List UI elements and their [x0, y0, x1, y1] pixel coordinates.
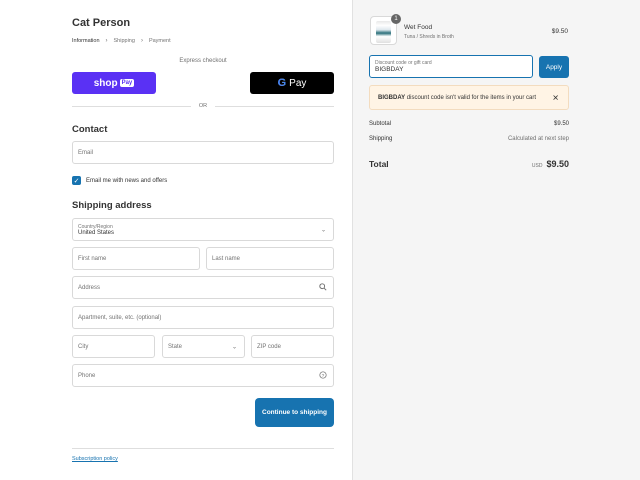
google-pay-label: Pay	[289, 77, 307, 89]
breadcrumb-payment: Payment	[148, 38, 171, 44]
express-checkout-label: Express checkout	[179, 58, 227, 64]
chevron-down-icon: ⌄	[320, 227, 326, 233]
state-select[interactable]: State ⌄	[162, 335, 245, 358]
city-placeholder: City	[78, 343, 89, 350]
zip-field[interactable]: ZIP code	[251, 335, 334, 358]
alert-code: BIGBDAY	[378, 94, 406, 101]
address-field[interactable]: Address	[72, 276, 334, 299]
chevron-right-icon: ›	[140, 38, 143, 44]
news-opt-in[interactable]: ✓ Email me with news and offers	[72, 176, 167, 185]
total-label: Total	[369, 159, 389, 169]
shop-pay-badge: Pay	[119, 79, 135, 87]
footer-divider	[72, 448, 334, 449]
shop-pay-logo: shop	[93, 77, 118, 89]
subtotal-value: $9.50	[553, 121, 569, 127]
google-g-icon: G	[277, 77, 287, 89]
chevron-right-icon: ›	[105, 38, 108, 44]
last-name-placeholder: Last name	[212, 255, 241, 262]
phone-field[interactable]: Phone ?	[72, 364, 334, 387]
total-amount-group: USD $9.50	[532, 154, 569, 172]
checkbox-checked-icon[interactable]: ✓	[72, 176, 81, 185]
product-name: Wet Food	[404, 24, 433, 31]
contact-heading: Contact	[72, 124, 108, 135]
store-name[interactable]: Cat Person	[72, 17, 130, 29]
help-icon[interactable]: ?	[319, 370, 327, 381]
total-value: $9.50	[546, 159, 569, 169]
city-field[interactable]: City	[72, 335, 155, 358]
shipping-address-heading: Shipping address	[72, 200, 152, 211]
total-currency: USD	[531, 163, 543, 169]
last-name-field[interactable]: Last name	[206, 247, 334, 270]
breadcrumb: Information › Shipping › Payment	[72, 38, 171, 44]
country-value: United States	[78, 229, 115, 236]
shipping-value: Calculated at next step	[507, 136, 569, 142]
close-icon[interactable]: ✕	[552, 93, 559, 102]
discount-code-input[interactable]: Discount code or gift card BIGBDAY	[369, 55, 533, 78]
email-field[interactable]: Email	[72, 141, 334, 164]
divider-line	[72, 105, 191, 107]
continue-to-shipping-button[interactable]: Continue to shipping	[255, 398, 334, 427]
discount-code-value: BIGBDAY	[375, 66, 404, 73]
subtotal-label: Subtotal	[369, 121, 392, 127]
total-row: Total USD $9.50	[369, 154, 569, 172]
shop-pay-button[interactable]: shop Pay	[72, 72, 156, 94]
svg-text:?: ?	[322, 372, 325, 378]
or-divider: OR	[72, 103, 334, 109]
search-icon	[319, 282, 327, 293]
subscription-policy-link[interactable]: Subscription policy	[72, 456, 118, 462]
or-label: OR	[198, 103, 208, 109]
shipping-row: Shipping Calculated at next step	[369, 136, 569, 142]
apartment-placeholder: Apartment, suite, etc. (optional)	[78, 314, 162, 321]
alert-text: BIGBDAY discount code isn't valid for th…	[378, 95, 536, 101]
first-name-field[interactable]: First name	[72, 247, 200, 270]
breadcrumb-shipping: Shipping	[113, 38, 135, 44]
apartment-field[interactable]: Apartment, suite, etc. (optional)	[72, 306, 334, 329]
first-name-placeholder: First name	[78, 255, 107, 262]
apply-discount-button[interactable]: Apply	[539, 56, 569, 78]
address-placeholder: Address	[78, 284, 101, 291]
news-opt-in-label: Email me with news and offers	[86, 177, 168, 184]
state-placeholder: State	[168, 343, 183, 350]
quantity-badge: 1	[391, 14, 401, 24]
discount-error-alert: BIGBDAY discount code isn't valid for th…	[369, 85, 569, 110]
product-can-image	[376, 21, 391, 43]
google-pay-button[interactable]: G Pay	[250, 72, 334, 94]
alert-message: discount code isn't valid for the items …	[405, 94, 536, 101]
shipping-label: Shipping	[369, 136, 393, 142]
product-variant: Tuna / Shreds in Broth	[404, 34, 454, 40]
email-placeholder: Email	[78, 149, 94, 156]
country-select[interactable]: Country/Region United States ⌄	[72, 218, 334, 241]
product-price: $9.50	[551, 28, 568, 35]
chevron-down-icon: ⌄	[231, 344, 237, 350]
divider-line	[215, 105, 334, 107]
breadcrumb-information: Information	[72, 38, 100, 44]
zip-placeholder: ZIP code	[257, 343, 281, 350]
phone-placeholder: Phone	[78, 372, 96, 379]
subtotal-row: Subtotal $9.50	[369, 121, 569, 127]
